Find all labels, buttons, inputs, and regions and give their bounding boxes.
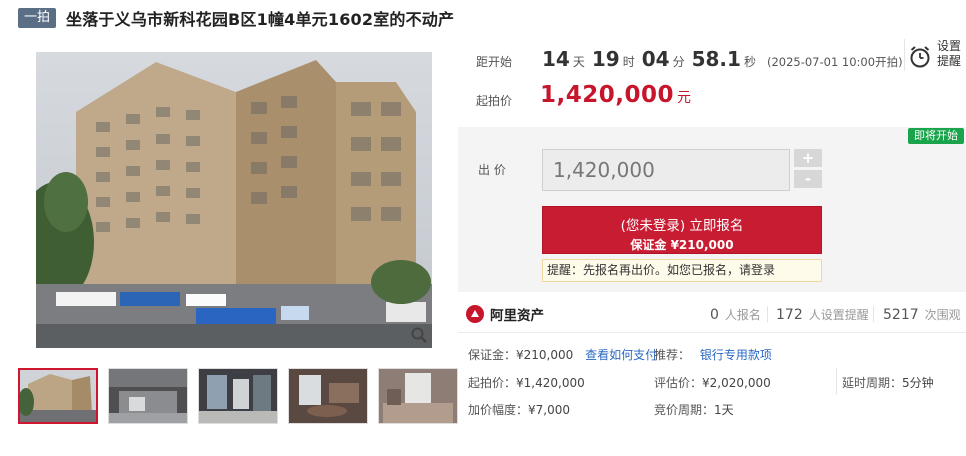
timer-block: 距开始 14 天 19 时 04 分 58.1 秒 (2025-07-01 10… — [458, 35, 966, 127]
brand-name: 阿里资产 — [490, 308, 544, 324]
bid-block: 即将开始 出 价 + - (您未登录) 立即报名 保证金 ¥210,000 提醒… — [458, 127, 966, 292]
thumbnail-dining-room[interactable] — [288, 368, 368, 424]
increment-label: 加价幅度： — [468, 403, 529, 417]
cycle-value: 1天 — [714, 403, 734, 417]
ali-asset-logo-icon — [466, 305, 484, 323]
delay-info: 延时周期：5分钟 — [842, 374, 934, 391]
appraisal-value: ¥2,020,000 — [702, 376, 771, 390]
recommend-label: 推荐： — [654, 348, 691, 362]
seconds-unit: 秒 — [743, 55, 756, 69]
thumbnail-kitchen[interactable] — [198, 368, 278, 424]
divider — [836, 368, 837, 394]
building-photo — [36, 52, 432, 348]
page-title: 坐落于义乌市新科花园B区1幢4单元1602室的不动产 — [66, 10, 455, 29]
set-reminder-button[interactable]: 设置 提醒 — [904, 39, 964, 71]
delay-label: 延时周期： — [842, 376, 903, 390]
start-price-info-label: 起拍价： — [468, 376, 517, 390]
registered-stat: 0 人报名 — [710, 306, 761, 323]
auction-round-badge: 一拍 — [18, 8, 57, 28]
login-tip: 提醒：先报名再出价。如您已报名，请登录 — [542, 259, 822, 282]
countdown-days: 14 — [542, 47, 570, 71]
reminder-count-label: 人设置提醒 — [808, 308, 869, 322]
divider — [767, 306, 768, 322]
thumbnail-strip — [18, 368, 468, 424]
countdown-label: 距开始 — [476, 55, 513, 69]
zoom-icon[interactable] — [410, 326, 428, 344]
thumbnail-living-room[interactable] — [108, 368, 188, 424]
cycle-info: 竞价周期：1天 — [654, 401, 734, 418]
reminder-label: 设置 提醒 — [937, 39, 961, 69]
stats-bar: 阿里资产 0 人报名 172 人设置提醒 5217 次围观 — [458, 295, 966, 333]
thumbnail-building-exterior[interactable] — [18, 368, 98, 424]
reminder-stat: 172 人设置提醒 — [776, 306, 869, 323]
signup-button[interactable]: (您未登录) 立即报名 保证金 ¥210,000 — [542, 206, 822, 254]
hours-unit: 时 — [622, 55, 635, 69]
how-to-pay-link[interactable]: 查看如何支付 — [585, 348, 657, 362]
title-row: 一拍 坐落于义乌市新科花园B区1幢4单元1602室的不动产 — [18, 7, 454, 29]
increase-bid-button[interactable]: + — [794, 149, 822, 167]
brand-logo: 阿里资产 — [466, 304, 544, 324]
signup-deposit: 保证金 ¥210,000 — [630, 238, 734, 252]
appraisal-label: 评估价： — [654, 376, 703, 390]
increment-value: ¥7,000 — [528, 403, 571, 417]
start-price-value: 1,420,000 — [540, 82, 674, 108]
start-price-unit: 元 — [677, 90, 691, 106]
reminder-count: 172 — [776, 307, 803, 323]
deposit-value: ¥210,000 — [516, 348, 574, 362]
countdown-minutes: 04 — [641, 47, 670, 71]
divider — [873, 306, 874, 322]
countdown: 14 天 19 时 04 分 58.1 秒 (2025-07-01 10:00开… — [542, 47, 903, 71]
deposit-label: 保证金： — [468, 348, 517, 362]
reminder-line2: 提醒 — [937, 54, 962, 68]
days-unit: 天 — [572, 55, 585, 69]
views-count: 5217 — [883, 307, 919, 323]
bank-payment-link[interactable]: 银行专用款项 — [700, 348, 772, 362]
start-price: 1,420,000 元 — [540, 82, 691, 108]
thumbnail-bedroom[interactable] — [378, 368, 458, 424]
start-price-info: 起拍价：¥1,420,000 — [468, 374, 585, 391]
cycle-label: 竞价周期： — [654, 403, 715, 417]
alarm-clock-icon — [910, 46, 930, 68]
bid-amount-input[interactable] — [542, 149, 790, 191]
bid-label: 出 价 — [478, 163, 506, 177]
deposit-info: 保证金：¥210,000 查看如何支付 — [468, 346, 657, 363]
start-price-label: 起拍价 — [476, 94, 513, 108]
minutes-unit: 分 — [672, 55, 685, 69]
start-time-note: (2025-07-01 10:00开拍) — [766, 55, 903, 69]
reminder-line1: 设置 — [937, 39, 962, 53]
start-price-info-value: ¥1,420,000 — [516, 376, 585, 390]
countdown-seconds: 58.1 — [691, 47, 741, 71]
views-label: 次围观 — [924, 308, 961, 322]
views-stat: 5217 次围观 — [883, 306, 961, 323]
decrease-bid-button[interactable]: - — [794, 170, 822, 188]
increment-info: 加价幅度：¥7,000 — [468, 401, 570, 418]
main-property-image[interactable] — [36, 52, 432, 348]
status-badge: 即将开始 — [908, 128, 964, 144]
countdown-hours: 19 — [591, 47, 620, 71]
appraisal-info: 评估价：¥2,020,000 — [654, 374, 771, 391]
delay-value: 5分钟 — [902, 376, 934, 390]
signup-label: (您未登录) 立即报名 — [620, 218, 744, 234]
registered-count: 0 — [710, 307, 719, 323]
registered-label: 人报名 — [724, 308, 761, 322]
recommend-info: 推荐： 银行专用款项 — [654, 346, 772, 363]
